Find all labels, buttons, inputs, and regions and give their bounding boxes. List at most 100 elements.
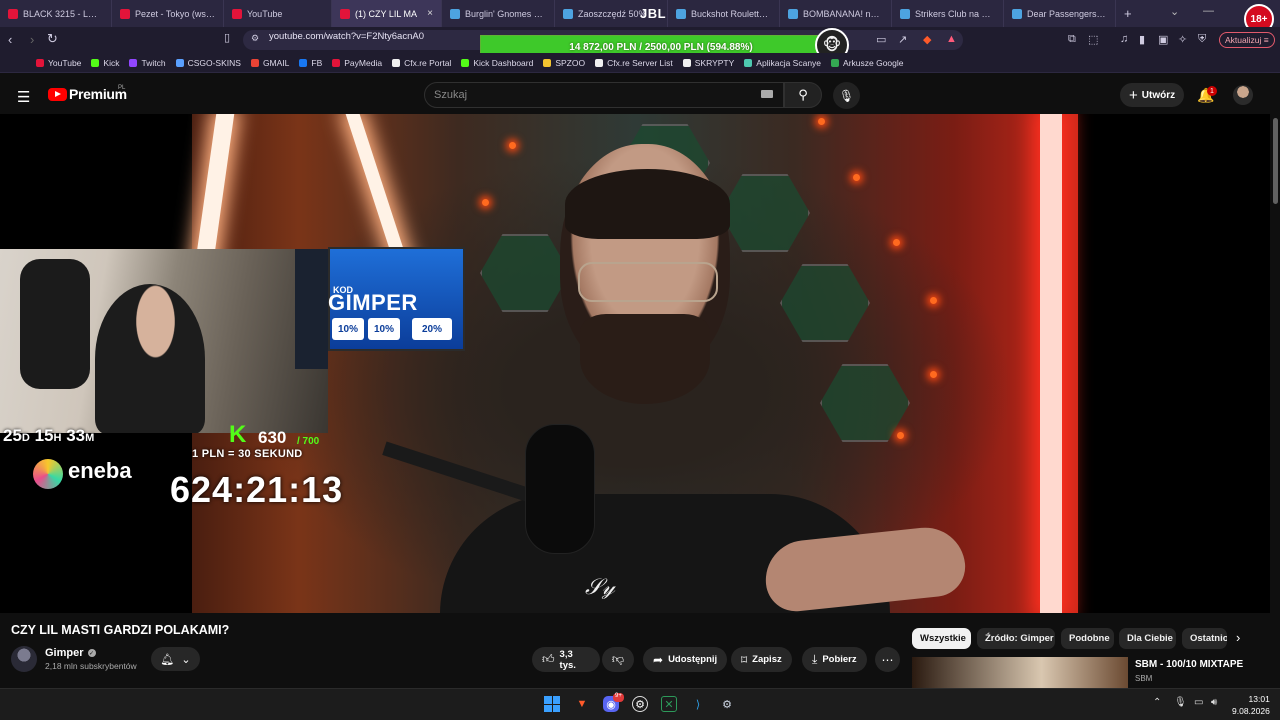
- browser-tab[interactable]: Dear Passengers na St: [1004, 0, 1116, 27]
- network-icon[interactable]: ▭: [1194, 697, 1203, 708]
- keyboard-icon[interactable]: [761, 90, 773, 98]
- bookmark-item[interactable]: Kick: [91, 58, 119, 68]
- filter-chip[interactable]: Dla Ciebie: [1119, 628, 1176, 649]
- forward-icon[interactable]: ›: [30, 32, 34, 47]
- system-clock[interactable]: 13:01 9.08.2026: [1232, 693, 1270, 717]
- bookmark-item[interactable]: Twitch: [129, 58, 166, 68]
- volume-icon[interactable]: 🔊︎: [1211, 697, 1217, 708]
- install-app-icon[interactable]: ▭: [876, 33, 886, 46]
- donation-goal-text: 14 872,00 PLN / 2500,00 PLN (594.88%): [569, 41, 753, 53]
- excel-icon[interactable]: ✕: [661, 696, 677, 712]
- brave-shield-icon[interactable]: ◆: [923, 33, 931, 46]
- browser-tab[interactable]: Buckshot Roulette na: [668, 0, 780, 27]
- vpn-icon[interactable]: ⛨: [1198, 33, 1206, 46]
- wallet-icon[interactable]: ▣: [1158, 33, 1168, 46]
- update-button[interactable]: Aktualizuj ≡: [1219, 32, 1275, 48]
- bookmark-item[interactable]: SPZOO: [543, 58, 585, 68]
- bookmark-favicon-icon: [299, 58, 308, 67]
- steam-taskbar-icon[interactable]: ⚙: [719, 696, 735, 712]
- save-button[interactable]: ⌑ Zapisz: [731, 647, 792, 672]
- search-input[interactable]: [424, 82, 784, 108]
- new-tab-button[interactable]: +: [1116, 6, 1140, 21]
- browser-tab-label: Strikers Club na Steam: [915, 8, 995, 19]
- music-icon[interactable]: ♫: [1120, 33, 1128, 45]
- url-text[interactable]: youtube.com/watch?v=F2Nty6acnA0: [269, 31, 424, 42]
- subscriber-count: 2,18 mln subskrybentów: [45, 661, 137, 671]
- sidebar-icon[interactable]: ▮: [1139, 33, 1145, 46]
- channel-avatar[interactable]: [11, 646, 37, 672]
- filter-chip[interactable]: Wszystkie: [912, 628, 971, 649]
- share-icon[interactable]: ↗: [898, 33, 907, 46]
- extensions-icon[interactable]: ⧉: [1068, 33, 1076, 46]
- youtube-logo-icon[interactable]: [48, 88, 67, 101]
- discord-badge: 9+: [613, 693, 624, 702]
- bookmark-item[interactable]: SKRYPTY: [682, 58, 734, 68]
- browser-tab[interactable]: Strikers Club na Steam: [892, 0, 1004, 27]
- bookmark-item[interactable]: Kick Dashboard: [461, 58, 533, 68]
- browser-tab[interactable]: BOMBANANA! na Ste: [780, 0, 892, 27]
- filter-chip[interactable]: Źródło: Gimper: [977, 628, 1055, 649]
- voice-search-button[interactable]: 🎙: [833, 82, 860, 109]
- back-icon[interactable]: ‹: [8, 32, 12, 47]
- bookmark-item[interactable]: CSGO-SKINS: [175, 58, 241, 68]
- create-button[interactable]: + Utwórz: [1120, 83, 1185, 107]
- browser-tab[interactable]: BLACK 3215 - LOVEST: [0, 0, 112, 27]
- browser-tab[interactable]: YouTube: [224, 0, 332, 27]
- recommendation-title[interactable]: SBM - 100/10 MIXTAPE: [1135, 659, 1243, 670]
- microphone-tray-icon[interactable]: 🎙: [1174, 697, 1187, 708]
- account-avatar[interactable]: [1233, 85, 1253, 105]
- close-tab-icon[interactable]: ×: [427, 8, 433, 19]
- bulb-light: [818, 118, 825, 125]
- like-button[interactable]: 👍︎ 3,3 tys.: [532, 647, 600, 672]
- site-info-icon[interactable]: ⚙: [251, 33, 259, 44]
- windows-start-icon[interactable]: [544, 696, 560, 712]
- bookmark-item[interactable]: Cfx.re Server List: [595, 58, 673, 68]
- minimize-icon[interactable]: —: [1203, 5, 1214, 17]
- browser-tab[interactable]: Burglin' Gnomes na St: [442, 0, 555, 27]
- clock-date: 9.08.2026: [1232, 706, 1270, 716]
- subscribed-bell-button[interactable]: 🔔︎ ⌄: [151, 647, 200, 671]
- downloads-icon[interactable]: ⬚: [1088, 33, 1098, 46]
- tray-chevron-icon[interactable]: ⌃: [1153, 697, 1161, 708]
- bookmark-item[interactable]: YouTube: [36, 58, 81, 68]
- bookmark-item[interactable]: PayMedia: [332, 58, 382, 68]
- bookmark-item[interactable]: GMAIL: [250, 57, 290, 68]
- download-button[interactable]: ⤓ Pobierz: [802, 647, 867, 672]
- rewards-icon[interactable]: ▲: [946, 33, 957, 45]
- obs-icon[interactable]: ⚙: [632, 696, 648, 712]
- chevron-right-icon[interactable]: ›: [1236, 630, 1240, 645]
- bookmark-item[interactable]: Arkusze Google: [831, 58, 904, 68]
- share-button[interactable]: ➦ Udostępnij: [643, 647, 728, 672]
- bookmark-favicon-icon: [543, 58, 552, 67]
- vscode-icon[interactable]: ⟩: [690, 696, 706, 712]
- region-code: PL: [118, 85, 126, 91]
- bookmarks-bar: YouTube Kick Twitch CSGO-SKINS GMAIL FB PayMed…: [0, 53, 1280, 73]
- bookmark-item[interactable]: Aplikacja Scanye: [744, 58, 821, 68]
- bookmark-favicon-icon: [682, 58, 691, 67]
- scrollbar-thumb[interactable]: [1273, 118, 1278, 204]
- tab-search-icon[interactable]: ⌄: [1170, 5, 1179, 18]
- dislike-button[interactable]: 👎︎: [602, 647, 634, 672]
- browser-tab[interactable]: (1) CZY LIL MA ×: [332, 0, 442, 27]
- bulb-light: [897, 432, 904, 439]
- channel-name[interactable]: Gimper ✓: [45, 647, 96, 659]
- bookmark-item[interactable]: FB: [299, 58, 322, 68]
- recommendation-channel[interactable]: SBM: [1135, 674, 1152, 683]
- filter-chip[interactable]: Ostatnio: [1182, 628, 1227, 649]
- leo-ai-icon[interactable]: ✧: [1178, 33, 1187, 46]
- bookmark-item[interactable]: Cfx.re Portal: [392, 58, 451, 68]
- more-actions-button[interactable]: ⋯: [875, 647, 900, 672]
- hamburger-menu-icon[interactable]: ☰: [17, 88, 30, 106]
- search-button[interactable]: ⚲: [784, 82, 822, 108]
- bookmark-icon[interactable]: ▯: [224, 31, 230, 44]
- steam-icon: [450, 8, 460, 19]
- filter-chip[interactable]: Podobne: [1061, 628, 1114, 649]
- browser-tab[interactable]: Pezet - Tokyo (współc: [112, 0, 224, 27]
- recommendation-thumbnail[interactable]: [912, 657, 1128, 688]
- brave-browser-icon[interactable]: ▼: [574, 696, 590, 712]
- bookmark-label: YouTube: [48, 57, 82, 68]
- steam-icon: [1012, 8, 1022, 19]
- bookmark-label: GMAIL: [262, 57, 290, 68]
- bulb-light: [509, 142, 516, 149]
- reload-icon[interactable]: ↻: [47, 31, 58, 47]
